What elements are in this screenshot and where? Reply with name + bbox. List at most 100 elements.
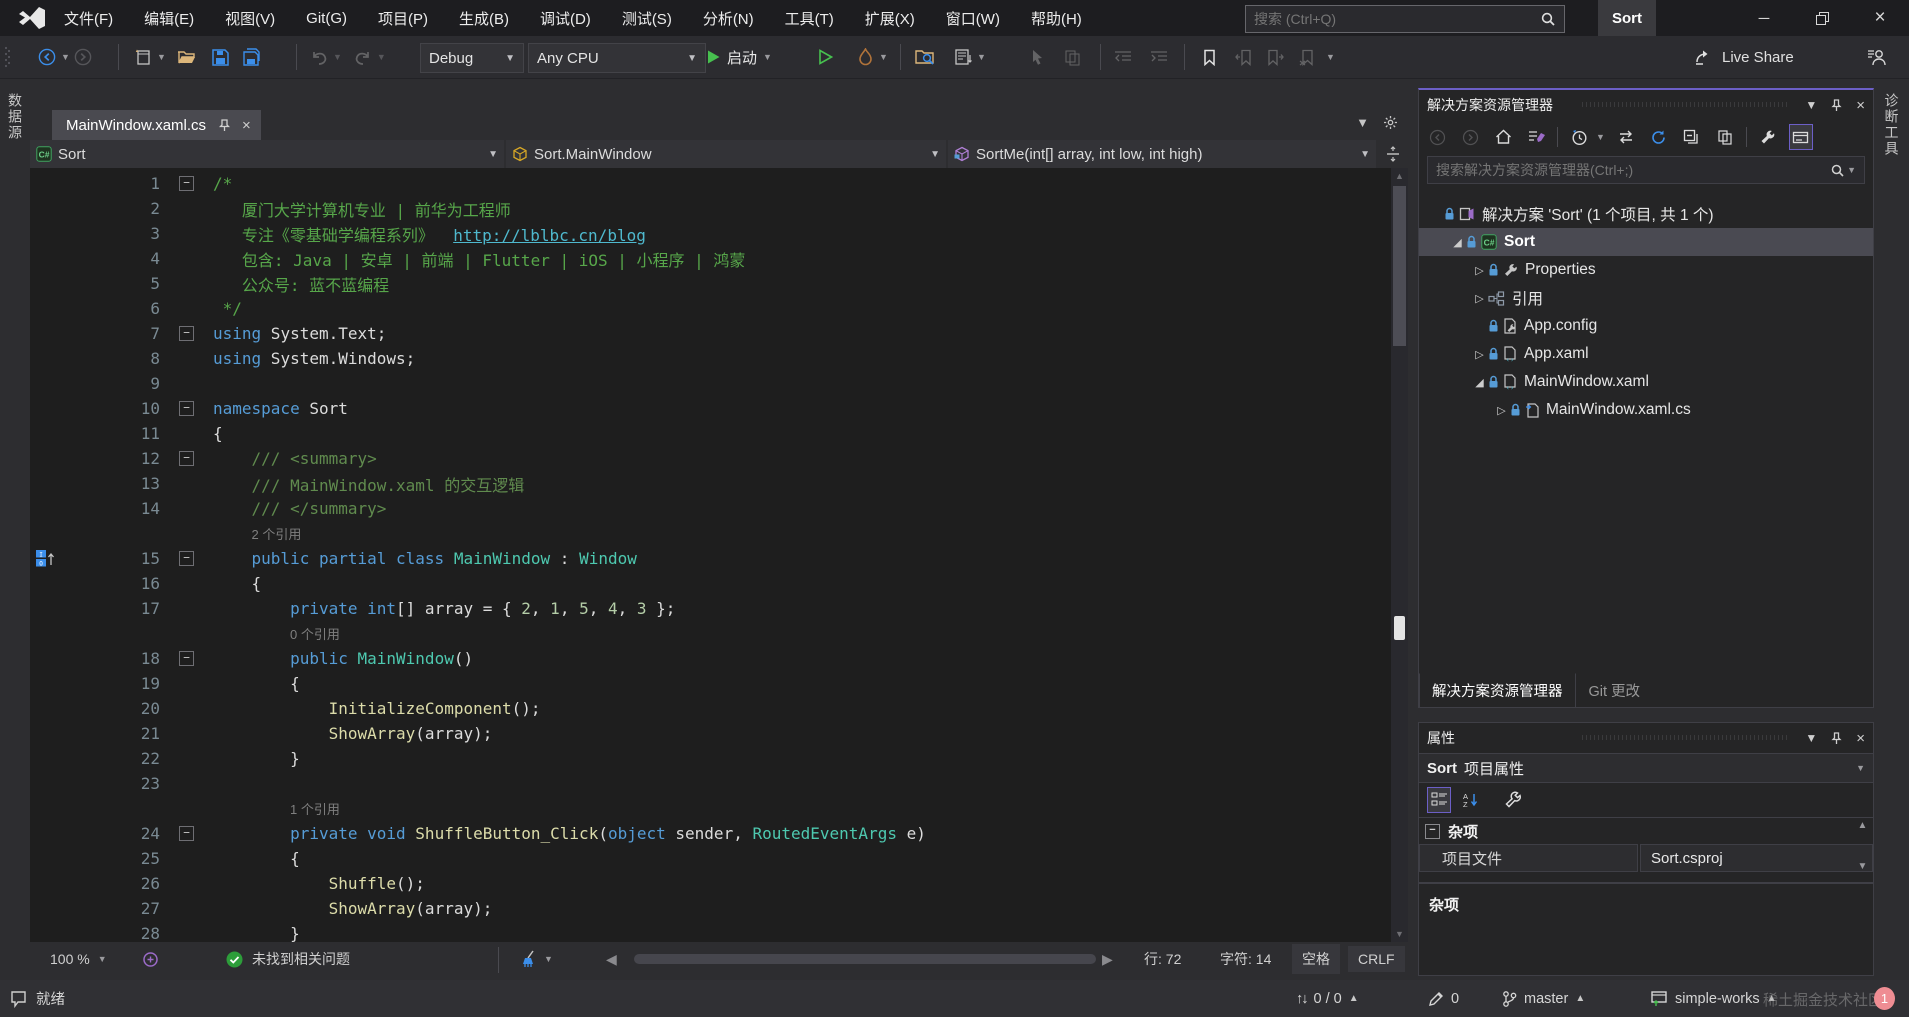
toolbar-drag-handle-icon[interactable] xyxy=(4,36,10,78)
editor-vertical-scrollbar[interactable]: ▲ ▼ xyxy=(1391,168,1408,942)
properties-object-combo[interactable]: Sort 项目属性 ▼ xyxy=(1419,753,1873,783)
menu-item-10[interactable]: 扩展(X) xyxy=(865,8,915,29)
code-line[interactable]: 7 − using System.Text; xyxy=(30,321,1391,346)
navigate-back-icon[interactable] xyxy=(34,42,60,72)
categorized-view-icon[interactable] xyxy=(1427,787,1451,813)
member-dropdown[interactable]: SortMe(int[] array, int low, int high) ▼ xyxy=(948,140,1376,168)
menu-item-3[interactable]: Git(G) xyxy=(306,10,347,27)
toggle-bookmark-icon[interactable] xyxy=(1196,42,1222,72)
fold-margin[interactable]: − xyxy=(160,176,213,191)
feedback-account-icon[interactable] xyxy=(1866,36,1887,78)
code-line[interactable]: 21 ShowArray(array); xyxy=(30,721,1391,746)
search-icon[interactable] xyxy=(1532,12,1564,26)
code-line[interactable]: 20 InitializeComponent(); xyxy=(30,696,1391,721)
fold-collapse-icon[interactable]: − xyxy=(179,826,194,841)
save-all-icon[interactable] xyxy=(240,42,266,72)
codelens-references[interactable]: 2 个引用 xyxy=(252,524,302,543)
solution-explorer-header[interactable]: 解决方案资源管理器 ▼ × xyxy=(1419,90,1873,120)
start-without-debugging-icon[interactable] xyxy=(812,42,838,72)
property-grid-scrollbar[interactable]: ▲ ▼ xyxy=(1854,820,1871,874)
hot-reload-dropdown[interactable]: ▼ xyxy=(879,52,888,62)
panel-dropdown-icon[interactable]: ▼ xyxy=(1805,98,1817,112)
scroll-documents-dropdown[interactable]: ▼ xyxy=(977,52,986,62)
fold-margin[interactable]: − xyxy=(160,651,213,666)
fold-collapse-icon[interactable]: − xyxy=(179,551,194,566)
open-file-icon[interactable] xyxy=(174,42,200,72)
code-line[interactable]: 26 Shuffle(); xyxy=(30,871,1391,896)
tree-item-mainwindow.xaml.cs[interactable]: ▷ MainWindow.xaml.cs xyxy=(1419,396,1873,424)
se-filter-dropdown[interactable]: ▼ xyxy=(1596,132,1605,142)
properties-header[interactable]: 属性 ▼ × xyxy=(1419,723,1873,753)
solution-search-input[interactable] xyxy=(1428,162,1824,178)
intellicode-icon[interactable] xyxy=(142,942,159,976)
pending-edits-status[interactable]: 0 xyxy=(1428,980,1459,1017)
expand-icon[interactable]: ▷ xyxy=(1471,264,1488,277)
start-debugging-button[interactable]: 启动 ▼ xyxy=(706,43,772,71)
horizontal-scrollbar-thumb[interactable] xyxy=(634,954,1096,964)
se-pending-changes-filter-icon[interactable] xyxy=(1567,124,1591,150)
collapse-icon[interactable]: ◢ xyxy=(1471,376,1488,389)
se-show-all-files-icon[interactable] xyxy=(1713,124,1737,150)
code-line[interactable]: 17 private int[] array = { 2, 1, 5, 4, 3… xyxy=(30,596,1391,621)
codelens-references[interactable]: 0 个引用 xyxy=(290,624,340,643)
fold-margin[interactable]: − xyxy=(160,551,213,566)
line-ending-indicator[interactable]: CRLF xyxy=(1348,942,1405,976)
code-line[interactable]: 12 − /// <summary> xyxy=(30,446,1391,471)
menu-item-8[interactable]: 分析(N) xyxy=(703,8,754,29)
code-line[interactable]: 4 包含: Java | 安卓 | 前端 | Flutter | iOS | 小… xyxy=(30,246,1391,271)
menu-item-11[interactable]: 窗口(W) xyxy=(946,8,1000,29)
panel-pin-icon[interactable] xyxy=(1831,98,1842,112)
tree-item-app.xaml[interactable]: ▷ ‹› App.xaml xyxy=(1419,340,1873,368)
se-home-icon[interactable] xyxy=(1491,124,1515,150)
grid-scroll-down-icon[interactable]: ▼ xyxy=(1854,861,1871,872)
code-line[interactable]: 18 − public MainWindow() xyxy=(30,646,1391,671)
code-line[interactable]: 27 ShowArray(array); xyxy=(30,896,1391,921)
code-line[interactable]: 6 */ xyxy=(30,296,1391,321)
menu-item-12[interactable]: 帮助(H) xyxy=(1031,8,1082,29)
panel-close-icon[interactable]: × xyxy=(1856,97,1865,114)
find-in-files-icon[interactable] xyxy=(912,42,938,72)
fold-margin[interactable]: − xyxy=(160,826,213,841)
type-dropdown[interactable]: Sort.MainWindow ▼ xyxy=(506,140,946,168)
scroll-down-icon[interactable]: ▼ xyxy=(1391,926,1408,942)
fold-margin[interactable]: − xyxy=(160,401,213,416)
live-share-button[interactable]: Live Share xyxy=(1694,36,1794,78)
code-line[interactable]: 28 } xyxy=(30,921,1391,942)
panel-tab-0[interactable]: 解决方案资源管理器 xyxy=(1419,673,1576,708)
grid-scroll-up-icon[interactable]: ▲ xyxy=(1854,820,1871,831)
code-line[interactable]: 13 /// MainWindow.xaml 的交互逻辑 xyxy=(30,471,1391,496)
menu-item-1[interactable]: 编辑(E) xyxy=(144,8,194,29)
panel-tab-1[interactable]: Git 更改 xyxy=(1576,673,1654,708)
diagnostic-tools-vertical-tab[interactable]: 诊断工具 xyxy=(1882,93,1902,157)
navigate-back-dropdown[interactable]: ▼ xyxy=(61,52,70,62)
expand-icon[interactable]: ▷ xyxy=(1471,292,1488,305)
feedback-status[interactable]: 就绪 xyxy=(10,980,65,1017)
menu-item-4[interactable]: 项目(P) xyxy=(378,8,428,29)
expand-icon[interactable]: ▷ xyxy=(1493,404,1510,417)
git-branch-status[interactable]: master ▲ xyxy=(1502,980,1585,1017)
save-icon[interactable] xyxy=(208,42,234,72)
property-category-row[interactable]: − 杂项 xyxy=(1419,818,1873,844)
property-pages-wrench-icon[interactable] xyxy=(1501,787,1525,813)
code-line[interactable]: 19 { xyxy=(30,671,1391,696)
property-row[interactable]: 项目文件 Sort.csproj xyxy=(1419,844,1873,872)
zoom-combo[interactable]: 100 % ▼ xyxy=(50,942,107,976)
code-line[interactable]: 2 厦门大学计算机专业 | 前华为工程师 xyxy=(30,196,1391,221)
code-line[interactable]: 25 { xyxy=(30,846,1391,871)
fold-collapse-icon[interactable]: − xyxy=(179,401,194,416)
properties-pin-icon[interactable] xyxy=(1831,731,1842,745)
scroll-documents-icon[interactable] xyxy=(950,42,976,72)
menu-item-2[interactable]: 视图(V) xyxy=(225,8,275,29)
line-indicator[interactable]: 行: 72 xyxy=(1144,942,1181,976)
code-line[interactable]: I O 15− public partial class MainWindow : … xyxy=(30,546,1391,571)
tree-item-mainwindow.xaml[interactable]: ◢ ‹› MainWindow.xaml xyxy=(1419,368,1873,396)
scroll-up-icon[interactable]: ▲ xyxy=(1391,168,1408,184)
spaces-indicator[interactable]: 空格 xyxy=(1292,942,1340,976)
fold-collapse-icon[interactable]: − xyxy=(179,176,194,191)
tree-item-sort[interactable]: ◢ C# Sort xyxy=(1419,228,1873,256)
split-window-icon[interactable] xyxy=(1378,140,1408,168)
minimize-button[interactable]: ─ xyxy=(1735,0,1793,36)
document-tab[interactable]: MainWindow.xaml.cs × xyxy=(52,110,261,140)
selection-margin-icon[interactable]: IO xyxy=(36,550,56,567)
property-value[interactable]: Sort.csproj xyxy=(1640,844,1873,872)
